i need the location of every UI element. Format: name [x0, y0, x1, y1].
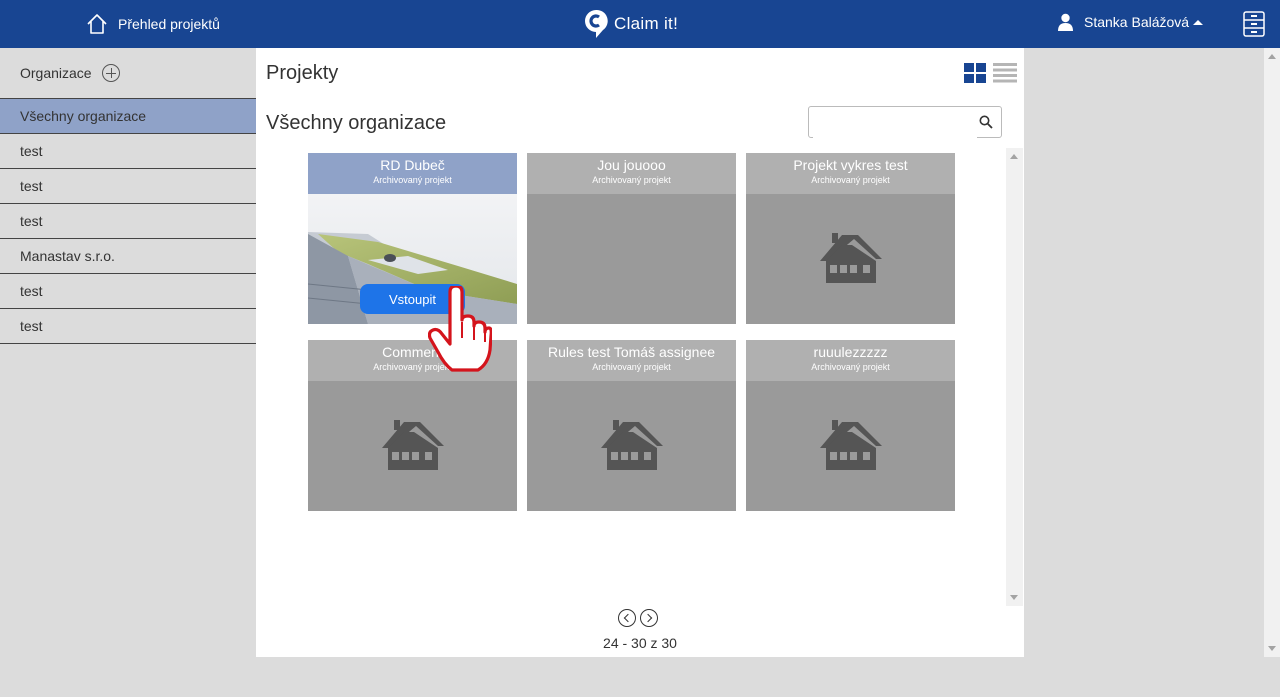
project-card-header: Comment Archivovaný projekt: [308, 340, 517, 381]
brand-name: Claim it!: [614, 14, 679, 33]
project-status: Archivovaný projekt: [373, 175, 452, 185]
caret-up-icon: [1193, 19, 1204, 25]
scroll-down-icon[interactable]: [1268, 646, 1276, 651]
project-status: Archivovaný projekt: [373, 362, 452, 372]
project-overview-link[interactable]: Přehled projektů: [86, 12, 220, 36]
home-icon: [87, 14, 107, 34]
project-card[interactable]: Comment Archivovaný projekt: [308, 340, 517, 511]
project-title: ruuulezzzzz: [813, 344, 888, 360]
house-placeholder-icon: [601, 420, 663, 470]
project-title: Rules test Tomáš assignee: [547, 344, 716, 360]
grid-view-icon[interactable]: [964, 63, 986, 83]
project-card[interactable]: Jou jouooo Archivovaný projekt: [527, 153, 736, 324]
project-title: Comment: [382, 344, 443, 360]
project-title: Jou jouooo: [597, 157, 666, 173]
scroll-down-icon[interactable]: [1010, 595, 1018, 600]
project-status: Archivovaný projekt: [811, 362, 890, 372]
project-card-header: RD Dubeč Archivovaný projekt: [308, 153, 517, 194]
main-panel: Projekty Všechny organizace RD Dubeč Arc…: [256, 48, 1024, 657]
top-bar: Přehled projektů Claim it! Stanka Balážo…: [0, 0, 1280, 48]
project-title: Projekt vykres test: [793, 157, 908, 173]
organization-item-all[interactable]: Všechny organizace: [0, 99, 256, 134]
project-card-header: Jou jouooo Archivovaný projekt: [527, 153, 736, 194]
organizations-heading: Organizace: [20, 65, 92, 81]
project-list-scrollbar[interactable]: [1006, 148, 1023, 606]
claim-logo-icon: [585, 9, 608, 38]
organization-item[interactable]: test: [0, 309, 256, 344]
project-status: Archivovaný projekt: [592, 175, 671, 185]
file-cabinet-icon[interactable]: [1243, 11, 1265, 37]
pagination-controls: [618, 609, 658, 627]
next-page-button[interactable]: [640, 609, 658, 627]
house-placeholder-icon: [820, 420, 882, 470]
project-card-header: ruuulezzzzz Archivovaný projekt: [746, 340, 955, 381]
organization-item[interactable]: test: [0, 204, 256, 239]
page-title: Projekty: [266, 62, 339, 84]
sidebar: Organizace Všechny organizace test test …: [0, 48, 256, 657]
project-overview-label: Přehled projektů: [118, 16, 220, 32]
project-card[interactable]: RD Dubeč Archivovaný projekt Vstoupit: [308, 153, 517, 324]
search-input[interactable]: [813, 108, 977, 138]
brand-logo: Claim it!: [584, 9, 678, 39]
search-icon[interactable]: [979, 115, 993, 129]
project-card[interactable]: Projekt vykres test Archivovaný projekt: [746, 153, 955, 324]
user-menu[interactable]: Stanka Balážová: [1057, 13, 1204, 31]
user-name: Stanka Balážová: [1084, 14, 1190, 30]
list-view-icon[interactable]: [993, 63, 1017, 83]
organization-item[interactable]: test: [0, 274, 256, 309]
project-card-header: Rules test Tomáš assignee Archivovaný pr…: [527, 340, 736, 381]
section-title: Všechny organizace: [266, 112, 447, 134]
organizations-header: Organizace: [20, 62, 120, 84]
project-search: [808, 106, 1002, 138]
pagination-info: 24 - 30 z 30: [603, 635, 677, 651]
user-icon: [1058, 13, 1073, 31]
add-organization-icon[interactable]: [101, 64, 120, 82]
organization-item[interactable]: Manastav s.r.o.: [0, 239, 256, 274]
house-placeholder-icon: [820, 233, 882, 283]
house-placeholder-icon: [382, 420, 444, 470]
project-status: Archivovaný projekt: [592, 362, 671, 372]
organization-list: Všechny organizace test test test Manast…: [0, 98, 256, 344]
project-card-header: Projekt vykres test Archivovaný projekt: [746, 153, 955, 194]
previous-page-button[interactable]: [618, 609, 636, 627]
window-scrollbar[interactable]: [1264, 48, 1280, 657]
scroll-up-icon[interactable]: [1010, 154, 1018, 159]
project-status: Archivovaný projekt: [811, 175, 890, 185]
organization-item[interactable]: test: [0, 169, 256, 204]
project-card[interactable]: ruuulezzzzz Archivovaný projekt: [746, 340, 955, 511]
organization-item[interactable]: test: [0, 134, 256, 169]
enter-project-button[interactable]: Vstoupit: [360, 284, 465, 314]
scroll-up-icon[interactable]: [1268, 54, 1276, 59]
project-title: RD Dubeč: [380, 157, 445, 173]
project-card[interactable]: Rules test Tomáš assignee Archivovaný pr…: [527, 340, 736, 511]
